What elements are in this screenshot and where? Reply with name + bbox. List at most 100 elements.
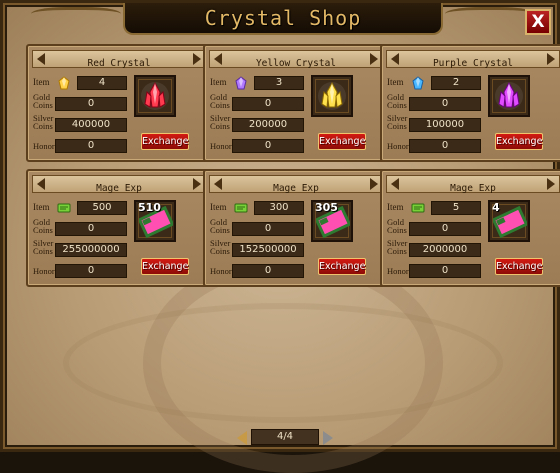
item-count: 4 (77, 76, 127, 90)
item-thumbnail[interactable] (311, 75, 353, 117)
honor-label: Honor (210, 266, 232, 276)
card-header: Mage Exp (32, 175, 206, 194)
window-title: Crystal Shop (204, 6, 362, 30)
next-page-button[interactable] (323, 431, 333, 445)
item-count: 2 (431, 76, 481, 90)
card-header: Red Crystal (32, 50, 206, 69)
card-title: Purple Crystal (432, 58, 514, 69)
silver-cost: 100000 (409, 118, 481, 132)
shop-card: Red Crystal Item 4 Gold Coins 0 Silver Coins 400… (26, 44, 212, 162)
item-label: Item (210, 202, 227, 212)
card-title: Yellow Crystal (255, 58, 337, 69)
card-header: Yellow Crystal (209, 50, 383, 69)
header-arrow-left-icon (214, 53, 222, 65)
card-title: Mage Exp (96, 183, 142, 194)
header-arrow-left-icon (37, 53, 45, 65)
green-scroll-icon (234, 200, 248, 214)
item-label: Item (33, 77, 50, 87)
item-thumbnail[interactable] (488, 75, 530, 117)
header-arrow-right-icon (547, 53, 555, 65)
silver-cost: 200000 (232, 118, 304, 132)
exchange-button[interactable]: Exchange (318, 258, 366, 275)
shop-card: Mage Exp Item 5 Gold Coins 0 Silver Coins 200000… (380, 169, 560, 287)
shop-card: Mage Exp Item 500 Gold Coins 0 Silver Coins 2550… (26, 169, 212, 287)
item-count: 5 (431, 201, 481, 215)
silver-coins-label: Silver Coins (210, 113, 231, 131)
shop-card: Mage Exp Item 300 Gold Coins 0 Silver Coins 1525… (203, 169, 389, 287)
pager: 4/4 (235, 429, 335, 447)
card-header: Purple Crystal (386, 50, 560, 69)
prev-page-button[interactable] (237, 431, 247, 445)
gold-coins-label: Gold Coins (33, 217, 53, 235)
item-count: 500 (77, 201, 127, 215)
thumb-quantity: 510 (138, 201, 161, 214)
silver-coins-label: Silver Coins (210, 238, 231, 256)
item-count: 300 (254, 201, 304, 215)
page-indicator: 4/4 (251, 429, 319, 445)
close-button[interactable]: X (525, 9, 551, 35)
item-thumbnail[interactable]: 305 (311, 200, 353, 242)
background-ornament-ring (63, 303, 503, 423)
silver-coins-label: Silver Coins (33, 113, 54, 131)
item-label: Item (387, 202, 404, 212)
silver-coins-label: Silver Coins (387, 238, 408, 256)
gold-coins-label: Gold Coins (387, 92, 407, 110)
gold-coins-label: Gold Coins (210, 92, 230, 110)
gold-cost: 0 (409, 222, 481, 236)
gold-cost: 0 (55, 97, 127, 111)
honor-cost: 0 (409, 139, 481, 153)
card-header: Mage Exp (386, 175, 560, 194)
honor-cost: 0 (232, 264, 304, 278)
item-label: Item (387, 77, 404, 87)
green-scroll-icon (411, 200, 425, 214)
purple-gem-icon (234, 75, 248, 90)
header-arrow-right-icon (547, 178, 555, 190)
title-flourish-left (31, 7, 121, 24)
card-header: Mage Exp (209, 175, 383, 194)
exchange-button[interactable]: Exchange (318, 133, 366, 150)
blue-gem-icon (411, 75, 425, 90)
item-thumbnail[interactable]: 4 (488, 200, 530, 242)
item-thumbnail[interactable] (134, 75, 176, 117)
exchange-button[interactable]: Exchange (141, 133, 189, 150)
exchange-button[interactable]: Exchange (495, 258, 543, 275)
header-arrow-left-icon (391, 53, 399, 65)
gold-cost: 0 (232, 97, 304, 111)
header-arrow-left-icon (214, 178, 222, 190)
header-arrow-right-icon (193, 178, 201, 190)
header-arrow-left-icon (37, 178, 45, 190)
green-scroll-icon (57, 200, 71, 214)
title-flourish-right (445, 7, 535, 24)
honor-cost: 0 (409, 264, 481, 278)
header-arrow-left-icon (391, 178, 399, 190)
card-title: Mage Exp (450, 183, 496, 194)
silver-cost: 2000000 (409, 243, 481, 257)
gold-coins-label: Gold Coins (387, 217, 407, 235)
crystal-shop-window: Crystal Shop X Red Crystal Item 4 Gold Coins… (0, 0, 560, 473)
header-arrow-right-icon (370, 178, 378, 190)
item-label: Item (33, 202, 50, 212)
exchange-button[interactable]: Exchange (141, 258, 189, 275)
honor-label: Honor (33, 266, 55, 276)
honor-label: Honor (210, 141, 232, 151)
gold-cost: 0 (55, 222, 127, 236)
yellow-crystal-icon (315, 79, 349, 113)
silver-coins-label: Silver Coins (33, 238, 54, 256)
shop-card: Purple Crystal Item 2 Gold Coins 0 Silver Coins… (380, 44, 560, 162)
gold-cost: 0 (409, 97, 481, 111)
red-crystal-icon (138, 79, 172, 113)
title-bar: Crystal Shop (123, 3, 443, 35)
gold-coins-label: Gold Coins (33, 92, 53, 110)
honor-label: Honor (387, 141, 409, 151)
gold-coins-label: Gold Coins (210, 217, 230, 235)
honor-cost: 0 (55, 139, 127, 153)
honor-cost: 0 (232, 139, 304, 153)
red-gem-icon (57, 75, 71, 90)
silver-coins-label: Silver Coins (387, 113, 408, 131)
item-label: Item (210, 77, 227, 87)
exchange-button[interactable]: Exchange (495, 133, 543, 150)
item-thumbnail[interactable]: 510 (134, 200, 176, 242)
silver-cost: 255000000 (55, 243, 127, 257)
card-title: Mage Exp (273, 183, 319, 194)
thumb-quantity: 4 (492, 201, 500, 214)
